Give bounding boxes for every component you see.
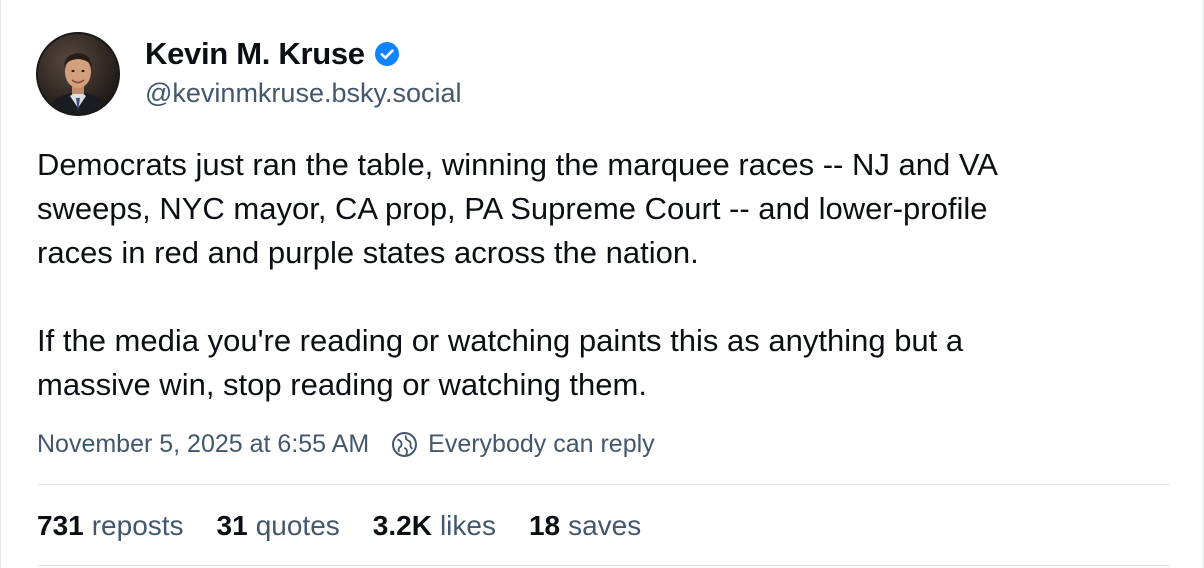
post-text: Democrats just ran the table, winning th…	[37, 143, 1167, 407]
saves-number: 18	[528, 510, 561, 541]
verified-check-icon[interactable]	[374, 42, 399, 66]
post-detail: Kevin M. Kruse @kevinmkruse.bsky.social …	[0, 0, 1204, 568]
reposts-label: reposts	[91, 510, 184, 541]
saves-count[interactable]: 18 saves	[529, 510, 641, 542]
reply-setting[interactable]: Everybody can reply	[391, 430, 655, 459]
author-name-row: Kevin M. Kruse	[145, 34, 399, 74]
author-avatar[interactable]	[36, 32, 120, 116]
post-text-line: races in red and purple states across th…	[37, 235, 699, 270]
post-text-line: sweeps, NYC mayor, CA prop, PA Supreme C…	[37, 191, 988, 226]
globe-icon	[391, 431, 418, 458]
quotes-count[interactable]: 31 quotes	[217, 510, 340, 542]
saves-label: saves	[568, 510, 642, 541]
quotes-label: quotes	[255, 510, 340, 541]
profile-photo	[38, 34, 118, 114]
author-display-name[interactable]: Kevin M. Kruse	[145, 36, 365, 72]
post-stats: 731 reposts 31 quotes 3.2K likes 18 saves	[37, 506, 674, 546]
reply-setting-label: Everybody can reply	[428, 429, 655, 458]
post-meta: November 5, 2025 at 6:55 AM Everybody ca…	[37, 427, 655, 461]
paragraph-spacer	[37, 275, 1167, 319]
post-text-line: If the media you're reading or watching …	[37, 323, 964, 358]
divider	[37, 565, 1170, 566]
likes-number: 3.2K	[372, 510, 432, 541]
likes-count[interactable]: 3.2K likes	[373, 510, 496, 542]
reposts-count[interactable]: 731 reposts	[37, 510, 184, 542]
author-handle[interactable]: @kevinmkruse.bsky.social	[145, 78, 462, 109]
quotes-number: 31	[216, 510, 248, 541]
post-timestamp[interactable]: November 5, 2025 at 6:55 AM	[37, 430, 369, 459]
post-text-line: Democrats just ran the table, winning th…	[37, 147, 998, 182]
divider	[37, 484, 1170, 485]
likes-label: likes	[439, 510, 496, 541]
reposts-number: 731	[37, 510, 84, 541]
post-text-line: massive win, stop reading or watching th…	[37, 367, 647, 402]
